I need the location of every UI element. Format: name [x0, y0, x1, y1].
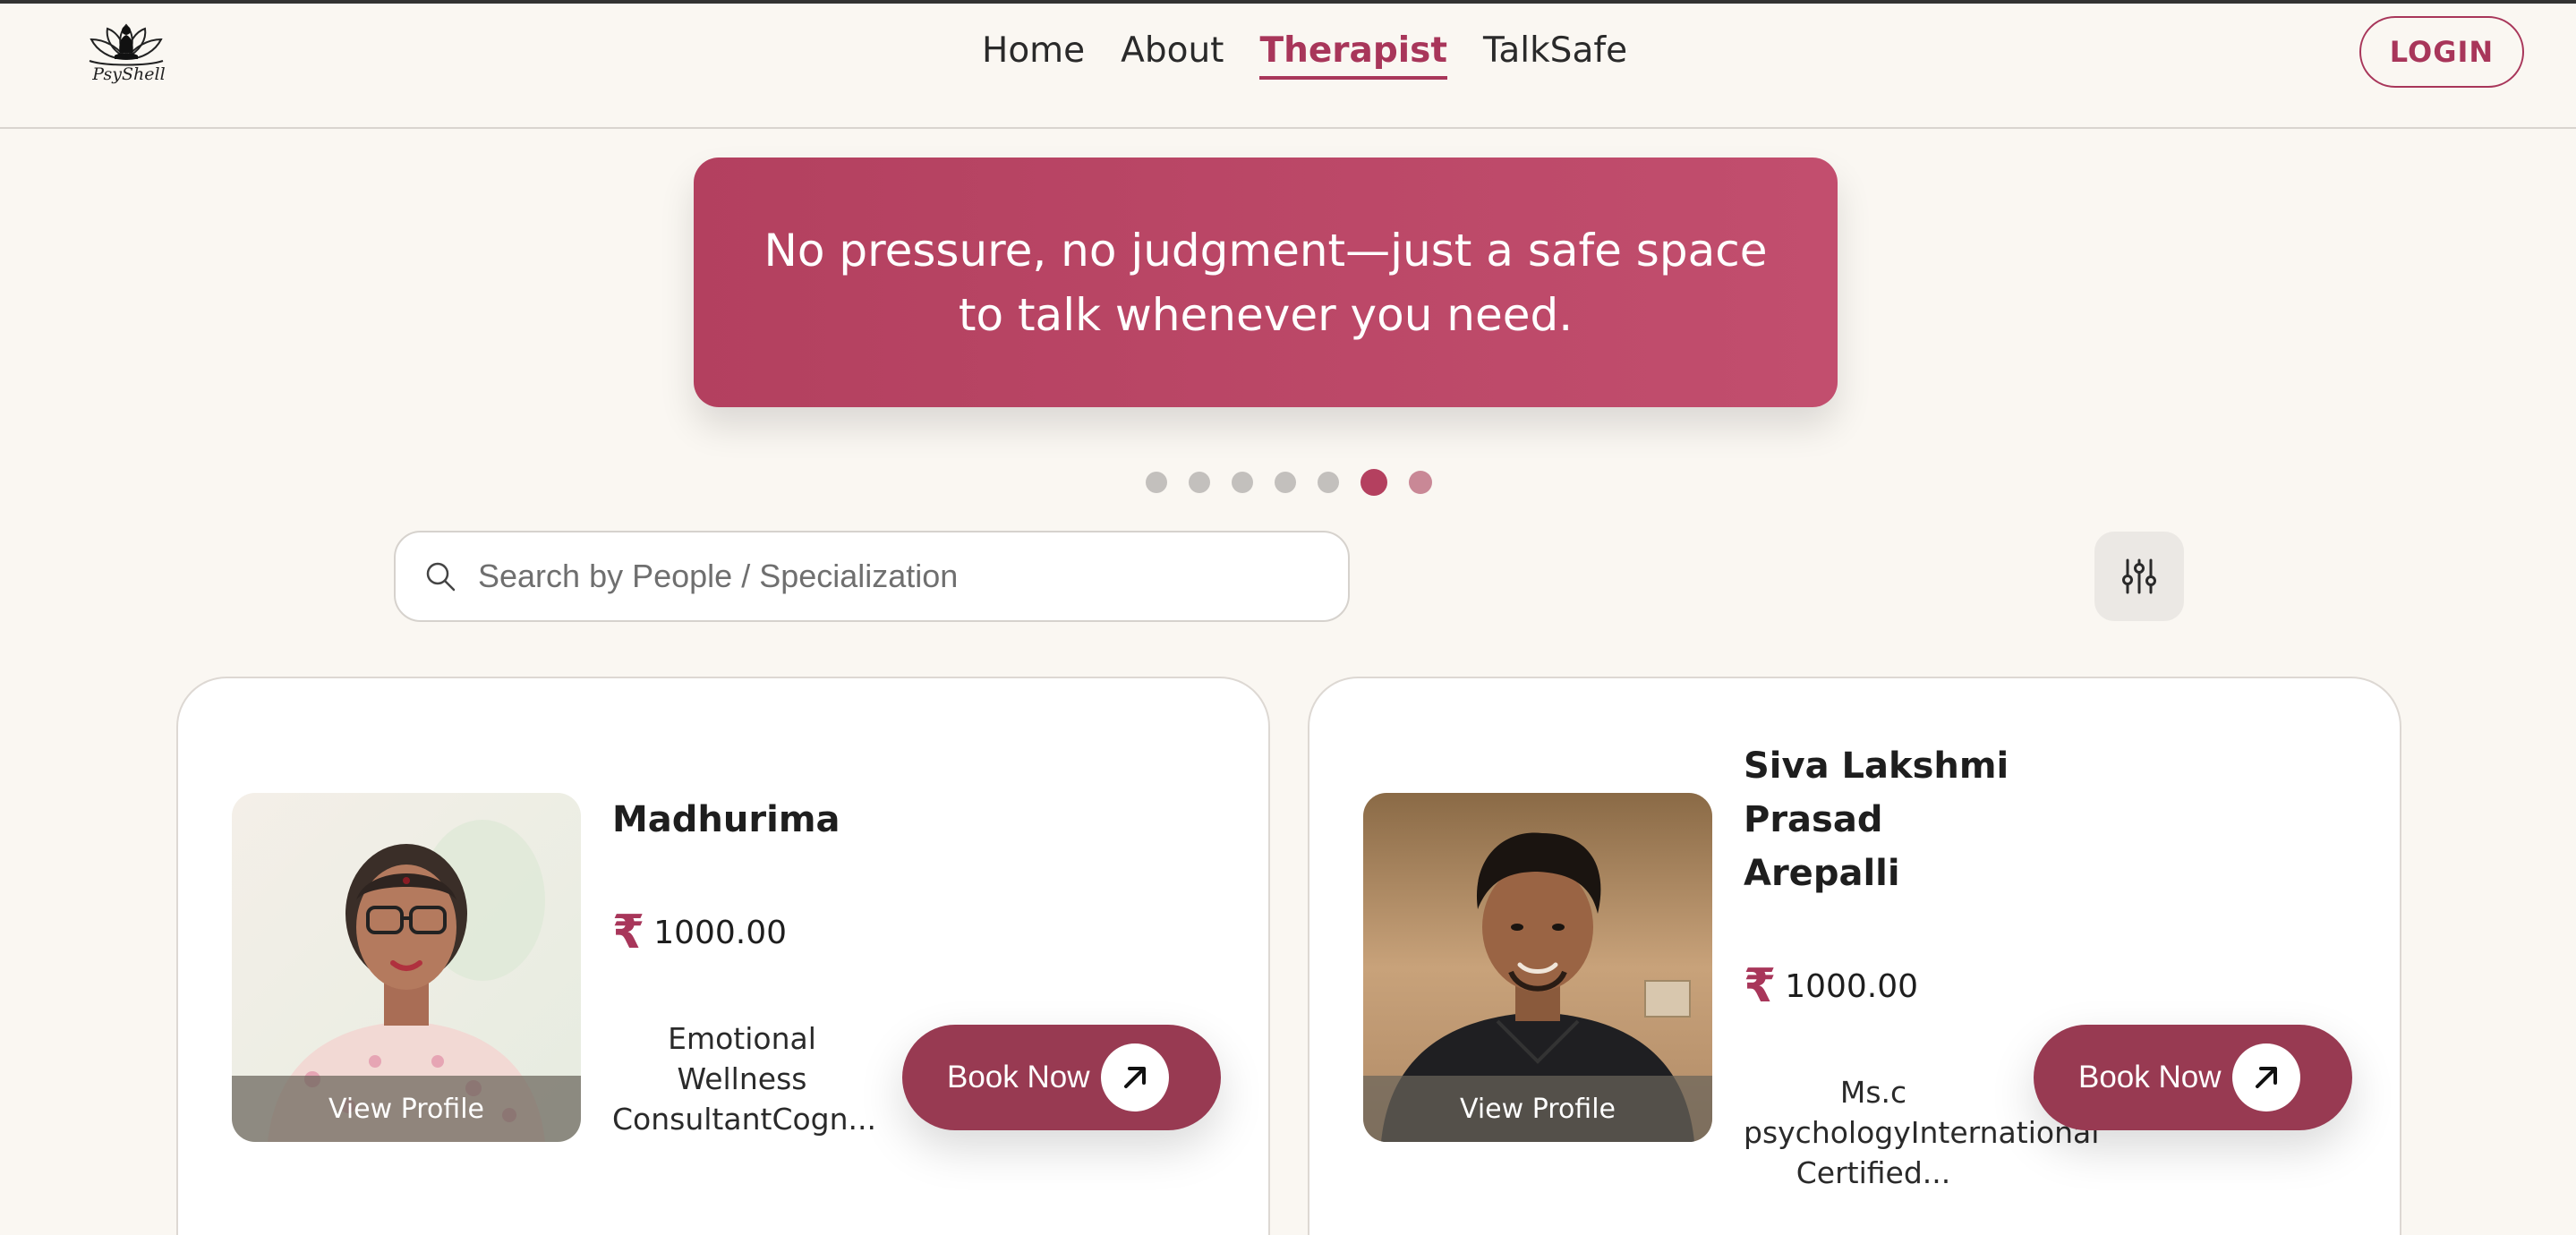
carousel-dot-active[interactable]: [1361, 469, 1387, 496]
view-profile-button[interactable]: View Profile: [232, 1076, 581, 1142]
therapist-photo[interactable]: View Profile: [232, 793, 581, 1142]
carousel-dot[interactable]: [1232, 472, 1253, 493]
carousel-dot[interactable]: [1146, 472, 1167, 493]
nav-about[interactable]: About: [1121, 30, 1224, 80]
carousel-dot[interactable]: [1318, 472, 1339, 493]
search-bar: [394, 531, 1350, 622]
therapist-price: ₹ 1000.00: [1744, 959, 1918, 1013]
therapist-card: View Profile Siva Lakshmi Prasad Arepall…: [1308, 677, 2401, 1235]
therapist-specialization: Emotional Wellness ConsultantCogn...: [612, 1021, 877, 1137]
arrow-up-right-icon: [2232, 1043, 2300, 1112]
price-value: 1000.00: [1785, 967, 1919, 1005]
therapist-name: Siva Lakshmi Prasad Arepalli: [1744, 745, 2009, 894]
nav-talksafe[interactable]: TalkSafe: [1483, 30, 1627, 80]
therapist-photo[interactable]: View Profile: [1363, 793, 1712, 1142]
rupee-icon: ₹: [612, 906, 645, 959]
book-now-button[interactable]: Book Now: [902, 1025, 1221, 1130]
site-header: PsyShell Home About Therapist TalkSafe L…: [0, 4, 2576, 129]
quote-banner: No pressure, no judgment—just a safe spa…: [694, 158, 1838, 407]
therapist-name: Madhurima: [612, 799, 840, 840]
book-now-label: Book Now: [947, 1060, 1090, 1094]
search-icon: [426, 562, 456, 592]
therapist-specialization: Ms.c psychologyInternational Certified..…: [1744, 1075, 2100, 1190]
therapist-card: View Profile Madhurima ₹ 1000.00 Emotion…: [176, 677, 1270, 1235]
banner-text: No pressure, no judgment—just a safe spa…: [763, 224, 1768, 341]
main-nav: Home About Therapist TalkSafe: [982, 30, 1627, 80]
therapist-price: ₹ 1000.00: [612, 906, 787, 959]
book-now-label: Book Now: [2078, 1060, 2222, 1094]
filter-button[interactable]: [2094, 532, 2184, 621]
logo-wordmark: PsyShell: [92, 64, 166, 84]
carousel-dot[interactable]: [1409, 471, 1432, 494]
login-button[interactable]: LOGIN: [2359, 16, 2524, 88]
carousel-dot[interactable]: [1275, 472, 1296, 493]
nav-home[interactable]: Home: [982, 30, 1085, 80]
rupee-icon: ₹: [1744, 959, 1777, 1013]
carousel-dots: [1146, 469, 1432, 496]
arrow-up-right-icon: [1101, 1043, 1169, 1112]
carousel-dot[interactable]: [1189, 472, 1210, 493]
view-profile-button[interactable]: View Profile: [1363, 1076, 1712, 1142]
price-value: 1000.00: [653, 914, 788, 951]
search-input[interactable]: [478, 558, 1284, 595]
book-now-button[interactable]: Book Now: [2034, 1025, 2352, 1130]
sliders-filter-icon: [2122, 558, 2156, 594]
nav-therapist[interactable]: Therapist: [1259, 30, 1447, 80]
